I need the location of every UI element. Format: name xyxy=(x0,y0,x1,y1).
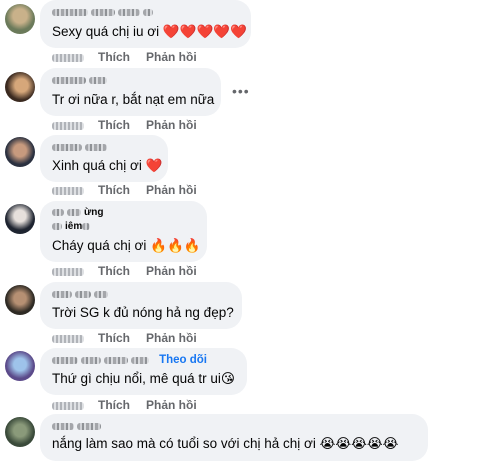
avatar[interactable] xyxy=(5,285,35,315)
like-button[interactable]: Thích xyxy=(98,50,130,64)
avatar[interactable] xyxy=(5,137,35,167)
follow-button[interactable]: Theo dõi xyxy=(159,354,207,366)
avatar[interactable] xyxy=(5,72,35,102)
comment-text: Tr ơi nữa r, bắt nạt em nữa xyxy=(52,92,215,107)
like-button[interactable]: Thích xyxy=(98,183,130,197)
comments-section: { "actions": { "like_label": "Thích", "r… xyxy=(0,0,486,461)
author-name-line2: iêm xyxy=(52,222,93,232)
reply-button[interactable]: Phản hồi xyxy=(146,264,197,278)
comment-text: nắng làm sao mà có tuổi so với chị hả ch… xyxy=(52,436,399,451)
comment-text: Thứ gì chịu nổi, mê quá tr ui😘 xyxy=(52,371,235,386)
author-name[interactable] xyxy=(52,422,104,430)
comment-actions: Thích Phản hồi xyxy=(52,118,197,132)
comment-bubble: Trời SG k đủ nóng hả ng đẹp? xyxy=(40,282,242,329)
avatar[interactable] xyxy=(5,417,35,447)
comment-text: Cháy quá chị ơi 🔥🔥🔥 xyxy=(52,238,201,253)
timestamp[interactable] xyxy=(52,401,84,410)
reply-button[interactable]: Phản hồi xyxy=(146,118,197,132)
comment-bubble: Tr ơi nữa r, bắt nạt em nữa xyxy=(40,68,221,116)
avatar[interactable] xyxy=(5,204,35,234)
reply-button[interactable]: Phản hồi xyxy=(146,331,197,345)
reply-button[interactable]: Phản hồi xyxy=(146,398,197,412)
more-options-icon[interactable]: ••• xyxy=(232,83,250,99)
comment-text: Trời SG k đủ nóng hả ng đẹp? xyxy=(52,305,234,320)
timestamp[interactable] xyxy=(52,53,84,62)
comment-bubble: Sexy quá chị iu ơi ❤️❤️❤️❤️❤️ xyxy=(40,0,251,48)
avatar[interactable] xyxy=(5,4,35,34)
comment-bubble: nắng làm sao mà có tuổi so với chị hả ch… xyxy=(40,414,428,461)
like-button[interactable]: Thích xyxy=(98,331,130,345)
reply-button[interactable]: Phản hồi xyxy=(146,50,197,64)
like-button[interactable]: Thích xyxy=(98,118,130,132)
like-button[interactable]: Thích xyxy=(98,398,130,412)
author-name[interactable] xyxy=(52,290,111,298)
comment-actions: Thích Phản hồi xyxy=(52,398,197,412)
timestamp[interactable] xyxy=(52,121,84,130)
comment-bubble: Theo dõi Thứ gì chịu nổi, mê quá tr ui😘 xyxy=(40,348,247,395)
author-name[interactable] xyxy=(52,143,110,151)
author-name-partial: ừng xyxy=(84,207,104,219)
timestamp[interactable] xyxy=(52,334,84,343)
reply-button[interactable]: Phản hồi xyxy=(146,183,197,197)
timestamp[interactable] xyxy=(52,267,84,276)
author-name[interactable]: Theo dõi xyxy=(52,354,207,366)
timestamp[interactable] xyxy=(52,186,84,195)
avatar[interactable] xyxy=(5,351,35,381)
comment-actions: Thích Phản hồi xyxy=(52,264,197,278)
comment-actions: Thích Phản hồi xyxy=(52,331,197,345)
like-button[interactable]: Thích xyxy=(98,264,130,278)
comment-bubble: ừng iêm Cháy quá chị ơi 🔥🔥🔥 xyxy=(40,201,207,262)
comment-actions: Thích Phản hồi xyxy=(52,50,197,64)
author-name[interactable] xyxy=(52,76,110,84)
author-name[interactable]: ừng xyxy=(52,207,104,219)
comment-text: Xinh quá chị ơi ❤️ xyxy=(52,158,163,173)
comment-bubble: Xinh quá chị ơi ❤️ xyxy=(40,135,168,182)
comment-text: Sexy quá chị iu ơi ❤️❤️❤️❤️❤️ xyxy=(52,24,247,39)
author-name[interactable] xyxy=(52,8,156,16)
comment-actions: Thích Phản hồi xyxy=(52,183,197,197)
